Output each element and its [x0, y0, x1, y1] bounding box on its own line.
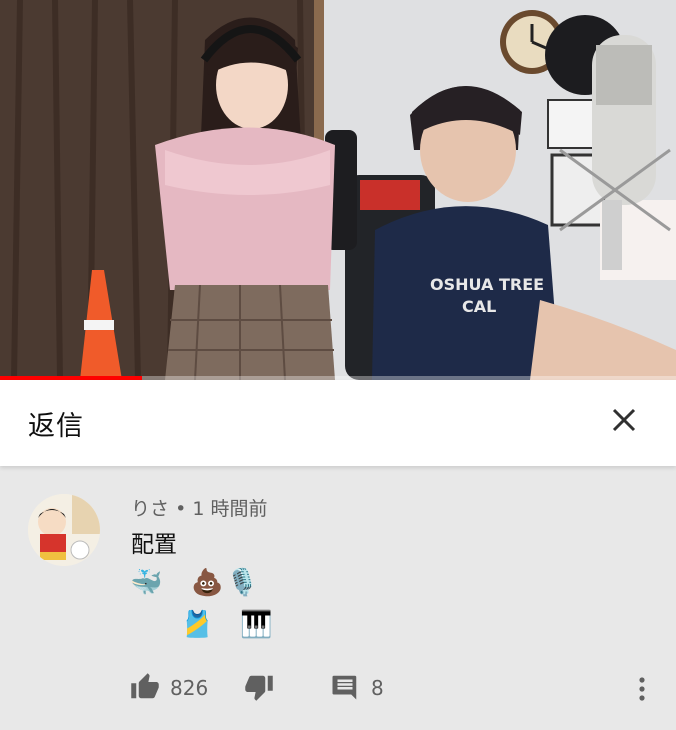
meta-separator: • [175, 498, 187, 520]
comment-meta: りさ • 1 時間前 [131, 494, 267, 521]
reply-panel-title: 返信 [28, 411, 84, 442]
avatar-image [28, 494, 100, 566]
like-count: 826 [170, 676, 209, 700]
close-icon [612, 408, 636, 432]
reply-count: 8 [371, 676, 384, 700]
comment-time: 1 時間前 [192, 498, 268, 520]
whale-emoji: 🐳 [130, 568, 163, 598]
video-player[interactable]: OSHUA TREE CAL [0, 0, 676, 380]
comment-actions: 826 8 [0, 666, 676, 712]
dislike-button[interactable] [244, 672, 274, 702]
thumbs-down-icon [245, 675, 273, 701]
svg-text:OSHUA TREE: OSHUA TREE [430, 275, 544, 294]
comment-author[interactable]: りさ [131, 498, 169, 520]
microphone-emoji: 🎙️ [226, 568, 259, 598]
close-button[interactable] [604, 400, 644, 440]
avatar[interactable] [28, 494, 100, 566]
comment-icon [332, 675, 357, 700]
reply-panel-header: 返信 [0, 380, 676, 466]
comment-text: 配置 [131, 532, 177, 558]
poop-emoji: 💩 [191, 568, 224, 598]
more-options-button[interactable] [630, 672, 654, 706]
more-vert-icon [639, 677, 645, 701]
piano-emoji: 🎹 [240, 610, 273, 640]
video-frame: OSHUA TREE CAL [0, 0, 676, 380]
reply-button[interactable] [330, 672, 360, 702]
svg-text:CAL: CAL [462, 297, 496, 316]
running-shirt-emoji: 🎽 [181, 610, 214, 640]
like-button[interactable] [130, 672, 160, 702]
thumbs-up-icon [131, 673, 159, 699]
